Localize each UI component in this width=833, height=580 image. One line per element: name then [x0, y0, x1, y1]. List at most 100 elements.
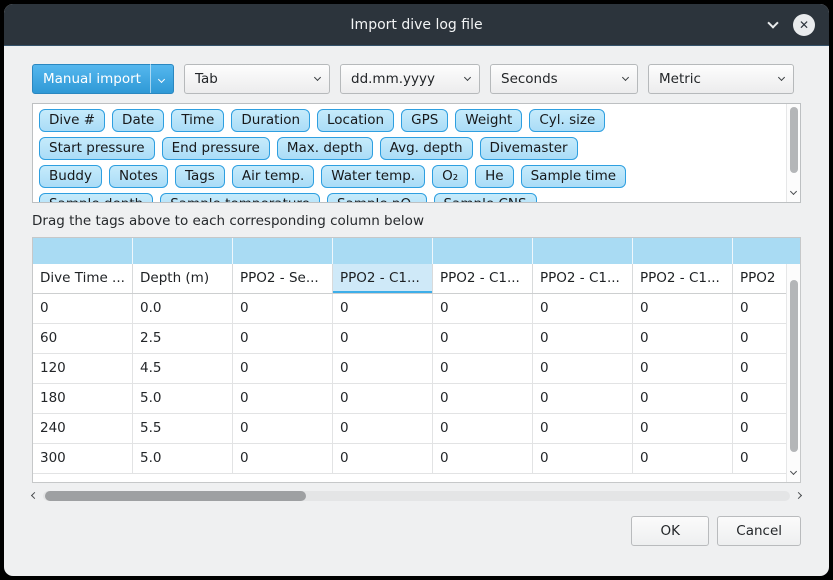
- chevron-down-icon[interactable]: [769, 19, 777, 27]
- table-cell: 240: [33, 414, 133, 443]
- titlebar[interactable]: Import dive log file ✕: [4, 4, 829, 46]
- column-header[interactable]: PPO2 - Se...: [233, 264, 333, 293]
- scrollbar-track[interactable]: [43, 491, 790, 501]
- column-drop-target[interactable]: [333, 238, 433, 264]
- duration-format-select[interactable]: Seconds: [490, 64, 638, 94]
- table-row: 2405.5000000: [33, 414, 800, 444]
- drag-tag[interactable]: Max. depth: [277, 137, 373, 160]
- table-cell: 0: [533, 354, 633, 383]
- table-cell: 180: [33, 384, 133, 413]
- table-body: 00.0000000602.50000001204.50000001805.00…: [33, 294, 800, 474]
- drag-tag[interactable]: Sample time: [521, 165, 626, 188]
- column-header[interactable]: PPO2 - C1...: [633, 264, 733, 293]
- table-cell: 0: [233, 294, 333, 323]
- scrollbar-thumb[interactable]: [790, 280, 798, 452]
- column-drop-target[interactable]: [733, 238, 801, 264]
- field-separator-select[interactable]: Tab: [184, 64, 330, 94]
- column-header[interactable]: PPO2 - C1...: [533, 264, 633, 293]
- drag-tag[interactable]: Time: [171, 109, 224, 132]
- table-cell: 0: [533, 294, 633, 323]
- drag-tag[interactable]: Location: [317, 109, 394, 132]
- tag-pool: Dive # Date Time Duration Location GPS Weight C…: [32, 103, 801, 203]
- table-cell: 0: [233, 324, 333, 353]
- column-drop-target[interactable]: [233, 238, 333, 264]
- column-drop-target[interactable]: [433, 238, 533, 264]
- drag-tag[interactable]: Sample pO₂: [327, 193, 427, 203]
- table-cell: 0: [333, 414, 433, 443]
- column-drop-target[interactable]: [133, 238, 233, 264]
- scrollbar-thumb[interactable]: [790, 107, 798, 173]
- drag-tag[interactable]: Date: [112, 109, 164, 132]
- tag-row: Buddy Notes Tags Air temp. Water temp. O₂ He Sa…: [39, 165, 794, 188]
- table-cell: 0: [433, 294, 533, 323]
- chevron-down-icon: [315, 75, 320, 80]
- table-cell: 60: [33, 324, 133, 353]
- drag-tag[interactable]: Weight: [455, 109, 522, 132]
- scroll-down-icon[interactable]: [791, 182, 796, 198]
- scroll-left-icon[interactable]: [32, 493, 37, 498]
- drag-tag[interactable]: Sample temperature: [160, 193, 320, 203]
- table-row: 602.5000000: [33, 324, 800, 354]
- column-drop-target[interactable]: [533, 238, 633, 264]
- table-row: 3005.0000000: [33, 444, 800, 474]
- table-cell: 0.0: [133, 294, 233, 323]
- drag-tag[interactable]: End pressure: [162, 137, 270, 160]
- chevron-down-icon: [623, 75, 628, 80]
- scrollbar-thumb[interactable]: [45, 491, 306, 501]
- scroll-right-icon[interactable]: [796, 493, 801, 498]
- column-header[interactable]: Dive Time ...: [33, 264, 133, 293]
- import-options-toolbar: Manual import Tab dd.mm.yyyy Seconds Met…: [32, 64, 801, 94]
- drag-tag[interactable]: Air temp.: [232, 165, 314, 188]
- tag-row: Sample depth Sample temperature Sample pO₂…: [39, 193, 794, 203]
- table-vertical-scrollbar[interactable]: [786, 264, 800, 482]
- drag-tag[interactable]: Water temp.: [321, 165, 425, 188]
- close-icon[interactable]: ✕: [793, 14, 815, 36]
- ok-button[interactable]: OK: [631, 516, 709, 546]
- drag-tag[interactable]: He: [475, 165, 513, 188]
- window-title: Import dive log file: [350, 17, 482, 33]
- chevron-down-icon: [779, 75, 784, 80]
- table-cell: 0: [533, 324, 633, 353]
- table-cell: 0: [533, 444, 633, 473]
- drag-tag[interactable]: Divemaster: [480, 137, 578, 160]
- table-cell: 0: [433, 414, 533, 443]
- drag-tag[interactable]: Sample depth: [39, 193, 153, 203]
- table-cell: 0: [633, 354, 733, 383]
- table-cell: 0: [333, 384, 433, 413]
- field-separator-value: Tab: [195, 71, 218, 87]
- drag-tag[interactable]: Sample CNS: [434, 193, 537, 203]
- drag-tag[interactable]: Tags: [175, 165, 225, 188]
- column-header[interactable]: PPO2 - C1...: [333, 264, 433, 293]
- chevron-down-icon: [150, 61, 164, 93]
- drag-tag[interactable]: Buddy: [39, 165, 102, 188]
- table-cell: 0: [333, 354, 433, 383]
- drag-tag[interactable]: Avg. depth: [380, 137, 473, 160]
- tag-row: Dive # Date Time Duration Location GPS Weight C…: [39, 109, 794, 132]
- scroll-down-icon[interactable]: [791, 462, 796, 478]
- table-cell: 0: [633, 414, 733, 443]
- drag-tag[interactable]: Duration: [231, 109, 310, 132]
- column-drop-target[interactable]: [33, 238, 133, 264]
- drag-tag[interactable]: O₂: [432, 165, 468, 188]
- drag-tag[interactable]: Dive #: [39, 109, 105, 132]
- column-header[interactable]: PPO2 - C1...: [433, 264, 533, 293]
- table-cell: 0: [633, 324, 733, 353]
- import-type-select[interactable]: Manual import: [32, 64, 174, 94]
- drag-tag[interactable]: Cyl. size: [529, 109, 605, 132]
- titlebar-buttons: ✕: [769, 4, 815, 45]
- table-horizontal-scrollbar[interactable]: [32, 488, 801, 503]
- date-format-select[interactable]: dd.mm.yyyy: [340, 64, 480, 94]
- drag-tag[interactable]: GPS: [401, 109, 448, 132]
- tag-pool-scrollbar[interactable]: [786, 104, 800, 202]
- units-select[interactable]: Metric: [648, 64, 794, 94]
- table-row: 1805.0000000: [33, 384, 800, 414]
- cancel-button[interactable]: Cancel: [717, 516, 801, 546]
- table-header-row: Dive Time ...Depth (m)PPO2 - Se...PPO2 -…: [33, 264, 800, 294]
- preview-table: Dive Time ...Depth (m)PPO2 - Se...PPO2 -…: [32, 237, 801, 483]
- column-drop-target[interactable]: [633, 238, 733, 264]
- table-cell: 0: [633, 384, 733, 413]
- column-header[interactable]: Depth (m): [133, 264, 233, 293]
- drag-tag[interactable]: Start pressure: [39, 137, 155, 160]
- drag-tag[interactable]: Notes: [109, 165, 168, 188]
- table-cell: 0: [233, 384, 333, 413]
